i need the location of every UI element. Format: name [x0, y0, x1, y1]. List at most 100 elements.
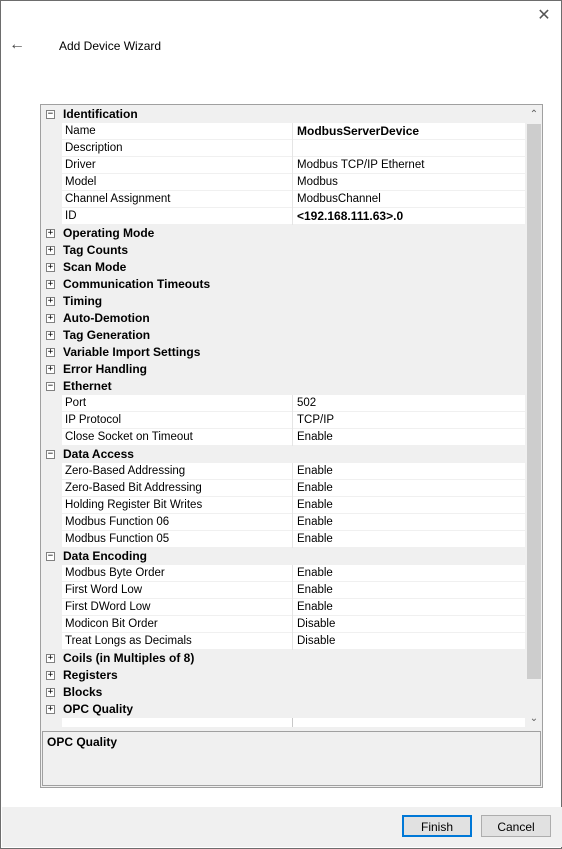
- vertical-scrollbar[interactable]: ⌃ ⌄: [526, 106, 542, 727]
- property-row[interactable]: Holding Register Bit Writes Enable: [42, 497, 525, 514]
- property-value[interactable]: Enable: [292, 429, 525, 446]
- expand-icon[interactable]: +: [46, 705, 55, 714]
- property-row[interactable]: Zero-Based Bit Addressing Enable: [42, 480, 525, 497]
- property-row[interactable]: Modbus Byte Order Enable: [42, 565, 525, 582]
- property-row[interactable]: Zero-Based Addressing Enable: [42, 463, 525, 480]
- row-margin: [42, 463, 62, 480]
- expand-icon[interactable]: +: [46, 297, 55, 306]
- property-value[interactable]: Disable: [292, 633, 525, 650]
- category-label: Ethernet: [63, 379, 112, 393]
- property-value[interactable]: Enable: [292, 565, 525, 582]
- category-row[interactable]: − Ethernet: [42, 378, 525, 395]
- property-value[interactable]: Enable: [292, 480, 525, 497]
- category-row[interactable]: + Blocks: [42, 684, 525, 701]
- category-row[interactable]: + Tag Counts: [42, 242, 525, 259]
- property-row[interactable]: Close Socket on Timeout Enable: [42, 429, 525, 446]
- category-row[interactable]: + Timing: [42, 293, 525, 310]
- property-row[interactable]: Name ModbusServerDevice: [42, 123, 525, 140]
- description-title: OPC Quality: [47, 735, 118, 749]
- property-name: IP Protocol: [65, 414, 122, 426]
- category-row[interactable]: + Variable Import Settings: [42, 344, 525, 361]
- property-value[interactable]: Enable: [292, 497, 525, 514]
- property-value[interactable]: Enable: [292, 599, 525, 616]
- property-row[interactable]: IP Protocol TCP/IP: [42, 412, 525, 429]
- row-margin: [42, 174, 62, 191]
- property-row[interactable]: [42, 718, 525, 727]
- expand-icon[interactable]: +: [46, 654, 55, 663]
- property-row[interactable]: Driver Modbus TCP/IP Ethernet: [42, 157, 525, 174]
- property-row[interactable]: Modbus Function 06 Enable: [42, 514, 525, 531]
- back-arrow-icon[interactable]: ←: [7, 35, 27, 55]
- property-row[interactable]: Modbus Function 05 Enable: [42, 531, 525, 548]
- category-row[interactable]: + Tag Generation: [42, 327, 525, 344]
- cancel-button[interactable]: Cancel: [481, 815, 551, 837]
- property-value[interactable]: 502: [292, 395, 525, 412]
- property-row[interactable]: ID <192.168.111.63>.0: [42, 208, 525, 225]
- property-value[interactable]: Enable: [292, 463, 525, 480]
- property-name: Modbus Function 05: [65, 533, 170, 545]
- expand-icon[interactable]: +: [46, 365, 55, 374]
- property-value[interactable]: Disable: [292, 616, 525, 633]
- category-row[interactable]: + Auto-Demotion: [42, 310, 525, 327]
- category-row[interactable]: − Data Encoding: [42, 548, 525, 565]
- expand-icon[interactable]: +: [46, 688, 55, 697]
- property-value[interactable]: ModbusChannel: [292, 191, 525, 208]
- expand-icon[interactable]: +: [46, 280, 55, 289]
- category-row[interactable]: − Identification: [42, 106, 525, 123]
- property-value[interactable]: TCP/IP: [292, 412, 525, 429]
- category-label: Tag Counts: [63, 243, 129, 257]
- expand-icon[interactable]: +: [46, 229, 55, 238]
- property-row[interactable]: Channel Assignment ModbusChannel: [42, 191, 525, 208]
- row-margin: [42, 616, 62, 633]
- row-margin: [42, 599, 62, 616]
- collapse-icon[interactable]: −: [46, 450, 55, 459]
- category-row[interactable]: + Coils (in Multiples of 8): [42, 650, 525, 667]
- expand-icon[interactable]: +: [46, 348, 55, 357]
- property-row[interactable]: Treat Longs as Decimals Disable: [42, 633, 525, 650]
- property-value[interactable]: ModbusServerDevice: [292, 123, 525, 140]
- expand-icon[interactable]: +: [46, 263, 55, 272]
- category-row[interactable]: + OPC Quality: [42, 701, 525, 718]
- property-name: Name: [65, 125, 96, 137]
- property-value[interactable]: Enable: [292, 514, 525, 531]
- property-name: Driver: [65, 159, 96, 171]
- property-row[interactable]: Model Modbus: [42, 174, 525, 191]
- property-value[interactable]: <192.168.111.63>.0: [292, 208, 525, 225]
- category-label: Operating Mode: [63, 226, 155, 240]
- category-row[interactable]: + Registers: [42, 667, 525, 684]
- row-margin: [42, 531, 62, 548]
- collapse-icon[interactable]: −: [46, 382, 55, 391]
- scroll-thumb[interactable]: [527, 124, 541, 679]
- finish-button[interactable]: Finish: [402, 815, 472, 837]
- property-name: Modbus Byte Order: [65, 567, 165, 579]
- property-value[interactable]: Modbus: [292, 174, 525, 191]
- collapse-icon[interactable]: −: [46, 110, 55, 119]
- scroll-up-icon[interactable]: ⌃: [526, 106, 542, 123]
- expand-icon[interactable]: +: [46, 671, 55, 680]
- row-margin: [42, 208, 62, 225]
- property-row[interactable]: First DWord Low Enable: [42, 599, 525, 616]
- category-row[interactable]: + Scan Mode: [42, 259, 525, 276]
- property-value[interactable]: [292, 718, 525, 727]
- category-row[interactable]: + Operating Mode: [42, 225, 525, 242]
- scroll-down-icon[interactable]: ⌄: [526, 710, 542, 727]
- category-row[interactable]: − Data Access: [42, 446, 525, 463]
- row-margin: [42, 718, 62, 727]
- category-row[interactable]: + Error Handling: [42, 361, 525, 378]
- row-margin: [42, 582, 62, 599]
- property-value[interactable]: [292, 140, 525, 157]
- close-icon[interactable]: ✕: [535, 7, 553, 25]
- property-row[interactable]: Modicon Bit Order Disable: [42, 616, 525, 633]
- property-value[interactable]: Modbus TCP/IP Ethernet: [292, 157, 525, 174]
- property-value[interactable]: Enable: [292, 531, 525, 548]
- category-row[interactable]: + Communication Timeouts: [42, 276, 525, 293]
- expand-icon[interactable]: +: [46, 331, 55, 340]
- property-row[interactable]: Port 502: [42, 395, 525, 412]
- expand-icon[interactable]: +: [46, 246, 55, 255]
- property-row[interactable]: First Word Low Enable: [42, 582, 525, 599]
- property-row[interactable]: Description: [42, 140, 525, 157]
- collapse-icon[interactable]: −: [46, 552, 55, 561]
- property-name: Model: [65, 176, 97, 188]
- property-value[interactable]: Enable: [292, 582, 525, 599]
- expand-icon[interactable]: +: [46, 314, 55, 323]
